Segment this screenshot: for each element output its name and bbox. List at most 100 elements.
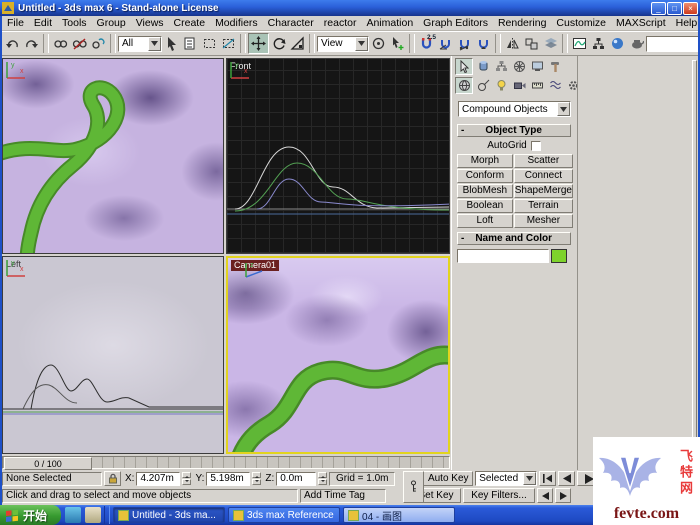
menu-item[interactable]: Create (169, 17, 211, 29)
taskbar-task-button[interactable]: Untitled - 3ds ma... (113, 507, 226, 523)
menu-item[interactable]: Graph Editors (418, 17, 493, 29)
rollout-object-type[interactable]: - Object Type (457, 124, 571, 137)
select-and-move-icon[interactable] (248, 33, 269, 54)
x-spinner[interactable] (182, 472, 192, 485)
category-lights-icon[interactable] (493, 78, 509, 93)
tab-display-icon[interactable] (529, 59, 545, 74)
use-pivot-center-icon[interactable] (369, 34, 388, 53)
object-type-button[interactable]: Loft (457, 214, 513, 228)
object-type-button[interactable]: Conform (457, 169, 513, 183)
align-icon[interactable] (522, 34, 541, 53)
tab-motion-icon[interactable] (511, 59, 527, 74)
object-type-button[interactable]: Terrain (513, 199, 573, 213)
taskbar-task-button[interactable]: 04 - 画图 (343, 507, 456, 523)
select-by-name-icon[interactable] (181, 34, 200, 53)
menu-item[interactable]: Tools (57, 17, 92, 29)
object-name-input[interactable] (457, 249, 549, 263)
object-type-button[interactable]: ShapeMerge (513, 184, 573, 198)
selection-lock-button[interactable] (104, 471, 121, 486)
time-slider[interactable]: 0 / 100 (2, 456, 450, 470)
tab-modify-icon[interactable] (475, 59, 491, 74)
add-time-tag[interactable]: Add Time Tag (300, 488, 386, 503)
snap-toggle-icon[interactable]: 2.5 (417, 34, 436, 53)
start-button[interactable]: 开始 (0, 505, 62, 525)
layer-manager-icon[interactable] (541, 34, 560, 53)
object-type-button[interactable]: Mesher (513, 214, 573, 228)
menu-item[interactable]: Views (131, 17, 169, 29)
quick-launch-icon[interactable] (65, 507, 82, 523)
z-coordinate-field[interactable]: 0.0m (276, 471, 317, 486)
auto-key-button[interactable]: Auto Key (423, 471, 474, 486)
time-slider-handle[interactable]: 0 / 100 (4, 457, 92, 470)
window-crossing-icon[interactable] (219, 34, 238, 53)
menu-item[interactable]: Rendering (493, 17, 551, 29)
key-mode-dropdown[interactable]: Selected (475, 471, 538, 486)
tab-utilities-icon[interactable] (547, 59, 563, 74)
object-type-button[interactable]: Boolean (457, 199, 513, 213)
go-to-start-button[interactable] (539, 471, 557, 486)
y-spinner[interactable] (252, 472, 262, 485)
menu-item[interactable]: File (2, 17, 29, 29)
mirror-icon[interactable] (503, 34, 522, 53)
menu-item[interactable]: Help (671, 17, 700, 29)
viewport-camera01[interactable]: Camera01 z (226, 256, 450, 454)
curve-editor-icon[interactable] (570, 34, 589, 53)
object-type-button[interactable]: Scatter (513, 154, 573, 168)
named-selection-sets-dropdown[interactable] (646, 35, 700, 52)
select-and-rotate-icon[interactable] (269, 34, 288, 53)
rollout-name-and-color[interactable]: - Name and Color (457, 232, 571, 245)
select-object-icon[interactable] (162, 34, 181, 53)
category-geometry-icon[interactable] (455, 77, 473, 94)
viewport-front[interactable]: Front xy (226, 58, 450, 254)
tab-hierarchy-icon[interactable] (493, 59, 509, 74)
object-type-button[interactable]: BlobMesh (457, 184, 513, 198)
z-spinner[interactable] (318, 472, 328, 485)
viewport-perspective[interactable]: xy (2, 58, 224, 254)
angle-snap-icon[interactable] (436, 34, 455, 53)
select-and-manipulate-icon[interactable] (388, 34, 407, 53)
keyboard-override-key-button[interactable] (403, 471, 424, 503)
reference-coordinate-dropdown[interactable]: View (317, 35, 369, 52)
x-coordinate-field[interactable]: 4.207m (136, 471, 181, 486)
quick-launch-icon[interactable] (85, 507, 102, 523)
object-type-button[interactable]: Morph (457, 154, 513, 168)
unlink-selection-icon[interactable] (70, 34, 89, 53)
material-editor-icon[interactable] (608, 34, 627, 53)
undo-icon[interactable] (3, 34, 22, 53)
maximize-button[interactable]: □ (667, 1, 682, 15)
render-scene-icon[interactable] (627, 34, 646, 53)
percent-snap-icon[interactable] (455, 34, 474, 53)
select-and-scale-icon[interactable] (288, 34, 307, 53)
category-helpers-icon[interactable] (529, 78, 545, 93)
menu-item[interactable]: Customize (551, 17, 611, 29)
tab-create-icon[interactable] (455, 58, 473, 75)
close-button[interactable]: × (683, 1, 698, 15)
minimize-button[interactable]: _ (651, 1, 666, 15)
previous-key-button[interactable] (537, 488, 553, 503)
viewport-left[interactable]: Left xy (2, 256, 224, 454)
menu-item[interactable]: Group (92, 17, 131, 29)
selection-filter-dropdown[interactable]: All (118, 35, 162, 52)
key-filters-button[interactable]: Key Filters... (463, 488, 535, 503)
object-type-button[interactable]: Connect (513, 169, 573, 183)
rectangular-selection-region-icon[interactable] (200, 34, 219, 53)
schematic-view-icon[interactable] (589, 34, 608, 53)
taskbar-task-button[interactable]: 3ds max Reference (228, 507, 341, 523)
menu-item[interactable]: MAXScript (611, 17, 671, 29)
category-space-warps-icon[interactable] (547, 78, 563, 93)
next-key-button[interactable] (555, 488, 571, 503)
menu-item[interactable]: Animation (361, 17, 418, 29)
category-shapes-icon[interactable] (475, 78, 491, 93)
category-dropdown[interactable]: Compound Objects (458, 101, 571, 117)
select-and-link-icon[interactable] (51, 34, 70, 53)
object-color-swatch[interactable] (551, 249, 567, 263)
previous-frame-button[interactable] (558, 471, 576, 486)
spinner-snap-icon[interactable] (474, 34, 493, 53)
dock-groove[interactable] (692, 60, 697, 464)
menu-item[interactable]: Edit (29, 17, 57, 29)
menu-item[interactable]: Character (263, 17, 319, 29)
category-cameras-icon[interactable] (511, 78, 527, 93)
redo-icon[interactable] (22, 34, 41, 53)
autogrid-checkbox[interactable] (530, 140, 541, 151)
bind-to-space-warp-icon[interactable] (89, 34, 108, 53)
